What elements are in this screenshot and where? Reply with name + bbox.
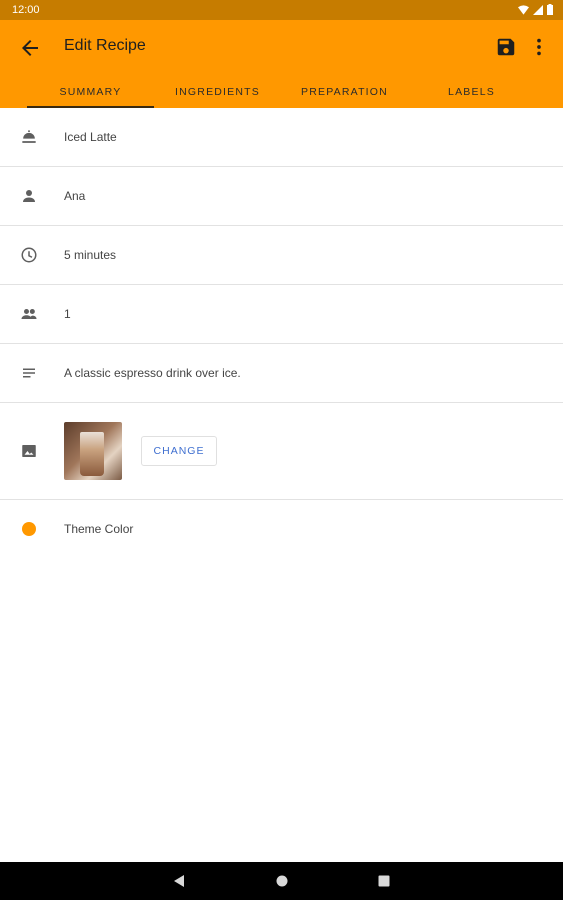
nav-home-icon[interactable] xyxy=(275,874,289,888)
author-name: Ana xyxy=(64,189,86,203)
tab-bar: SUMMARY INGREDIENTS PREPARATION LABELS xyxy=(0,76,563,108)
wifi-icon xyxy=(518,4,529,15)
nav-back-icon[interactable] xyxy=(172,874,186,888)
tab-preparation[interactable]: PREPARATION xyxy=(281,76,408,108)
prep-time: 5 minutes xyxy=(64,248,117,262)
people-icon xyxy=(18,303,40,325)
tab-summary[interactable]: SUMMARY xyxy=(27,76,154,108)
system-nav-bar xyxy=(0,862,563,900)
author-row[interactable]: Ana xyxy=(0,167,563,226)
nav-recents-icon[interactable] xyxy=(377,874,391,888)
tab-ingredients[interactable]: INGREDIENTS xyxy=(154,76,281,108)
image-icon xyxy=(18,440,40,462)
recipe-name-row[interactable]: Iced Latte xyxy=(0,108,563,167)
status-bar: 12:00 xyxy=(0,0,563,20)
more-vert-icon[interactable] xyxy=(528,36,550,58)
description-row[interactable]: A classic espresso drink over ice. xyxy=(0,344,563,403)
signal-icon xyxy=(533,4,543,15)
app-bar: Edit Recipe SUMMARY INGREDIENTS PREPARAT… xyxy=(0,20,563,108)
theme-color-label: Theme Color xyxy=(64,522,134,536)
servings-row[interactable]: 1 xyxy=(0,285,563,344)
change-image-button[interactable]: CHANGE xyxy=(141,436,217,466)
tab-labels[interactable]: LABELS xyxy=(408,76,535,108)
battery-icon xyxy=(547,4,553,15)
theme-color-row[interactable]: Theme Color xyxy=(0,500,563,558)
save-icon[interactable] xyxy=(495,36,517,58)
summary-list: Iced Latte Ana 5 minutes 1 A classic esp… xyxy=(0,108,563,558)
servings-count: 1 xyxy=(64,307,71,321)
room-service-icon xyxy=(18,126,40,148)
notes-icon xyxy=(18,362,40,384)
recipe-photo xyxy=(64,422,122,480)
status-time: 12:00 xyxy=(12,4,40,16)
clock-icon xyxy=(18,244,40,266)
person-icon xyxy=(18,185,40,207)
back-arrow-icon[interactable] xyxy=(18,36,42,60)
recipe-name: Iced Latte xyxy=(64,130,117,144)
page-title: Edit Recipe xyxy=(64,37,146,54)
theme-color-swatch[interactable] xyxy=(18,518,40,540)
recipe-description: A classic espresso drink over ice. xyxy=(64,366,241,380)
time-row[interactable]: 5 minutes xyxy=(0,226,563,285)
image-row: CHANGE xyxy=(0,403,563,500)
